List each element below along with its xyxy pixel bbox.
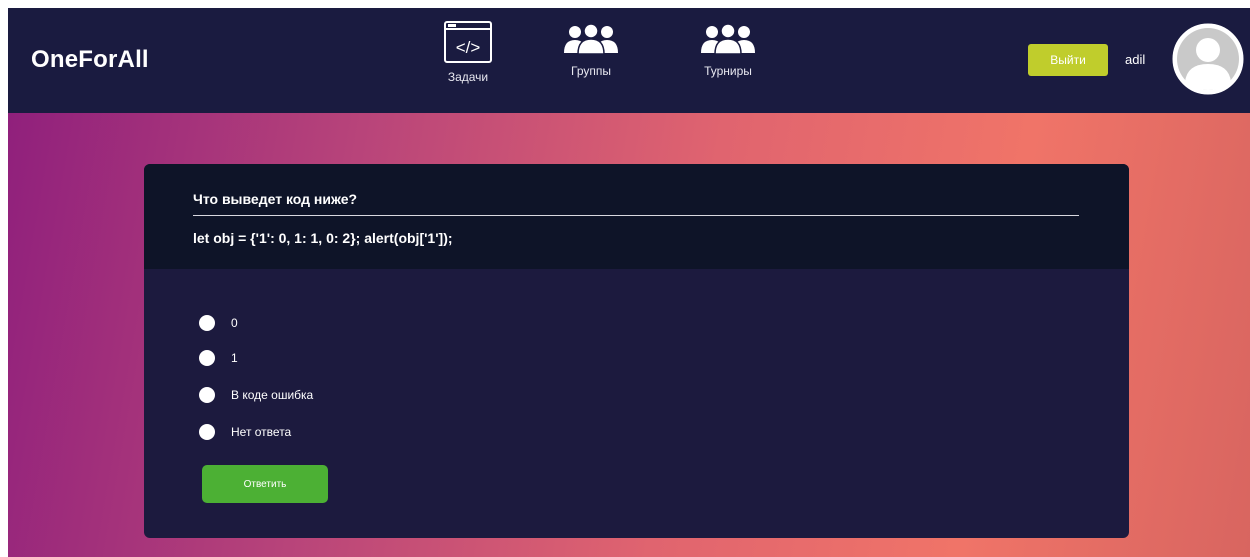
submit-answer-button[interactable]: Ответить bbox=[202, 465, 328, 503]
group-icon bbox=[701, 24, 755, 54]
nav-item-tournaments[interactable]: Турниры bbox=[688, 24, 768, 78]
nav-item-tasks[interactable]: </> Задачи bbox=[433, 20, 503, 84]
option-label: В коде ошибка bbox=[231, 388, 314, 402]
code-window-icon: </> bbox=[444, 21, 492, 63]
radio-button[interactable] bbox=[199, 424, 215, 440]
svg-text:</>: </> bbox=[456, 38, 481, 57]
option-label: Нет ответа bbox=[231, 425, 292, 439]
question-header: Что выведет код ниже? let obj = {'1': 0,… bbox=[144, 164, 1129, 269]
option-label: 1 bbox=[231, 351, 238, 365]
answer-option[interactable]: В коде ошибка bbox=[199, 387, 313, 403]
answer-option[interactable]: Нет ответа bbox=[199, 424, 291, 440]
question-title: Что выведет код ниже? bbox=[193, 191, 358, 207]
question-code: let obj = {'1': 0, 1: 1, 0: 2}; alert(ob… bbox=[193, 230, 453, 246]
nav-label-tasks: Задачи bbox=[447, 70, 489, 84]
logo[interactable]: OneForAll bbox=[31, 46, 149, 74]
username[interactable]: adil bbox=[1125, 52, 1145, 67]
nav-label-tournaments: Турниры bbox=[704, 64, 752, 78]
question-card: Что выведет код ниже? let obj = {'1': 0,… bbox=[144, 164, 1129, 538]
nav-label-groups: Группы bbox=[571, 64, 611, 78]
radio-button[interactable] bbox=[199, 315, 215, 331]
logout-button[interactable]: Выйти bbox=[1028, 44, 1108, 76]
answer-option[interactable]: 0 bbox=[199, 315, 238, 331]
top-navbar: OneForAll </> Задачи Группы Турниры Выйт… bbox=[8, 8, 1250, 113]
radio-button[interactable] bbox=[199, 350, 215, 366]
app-frame: OneForAll </> Задачи Группы Турниры Выйт… bbox=[8, 8, 1250, 557]
radio-button[interactable] bbox=[199, 387, 215, 403]
user-avatar-icon[interactable] bbox=[1171, 22, 1245, 96]
nav-item-groups[interactable]: Группы bbox=[551, 24, 631, 78]
answer-option[interactable]: 1 bbox=[199, 350, 238, 366]
group-icon bbox=[564, 24, 618, 54]
divider bbox=[193, 215, 1079, 216]
option-label: 0 bbox=[231, 316, 238, 330]
